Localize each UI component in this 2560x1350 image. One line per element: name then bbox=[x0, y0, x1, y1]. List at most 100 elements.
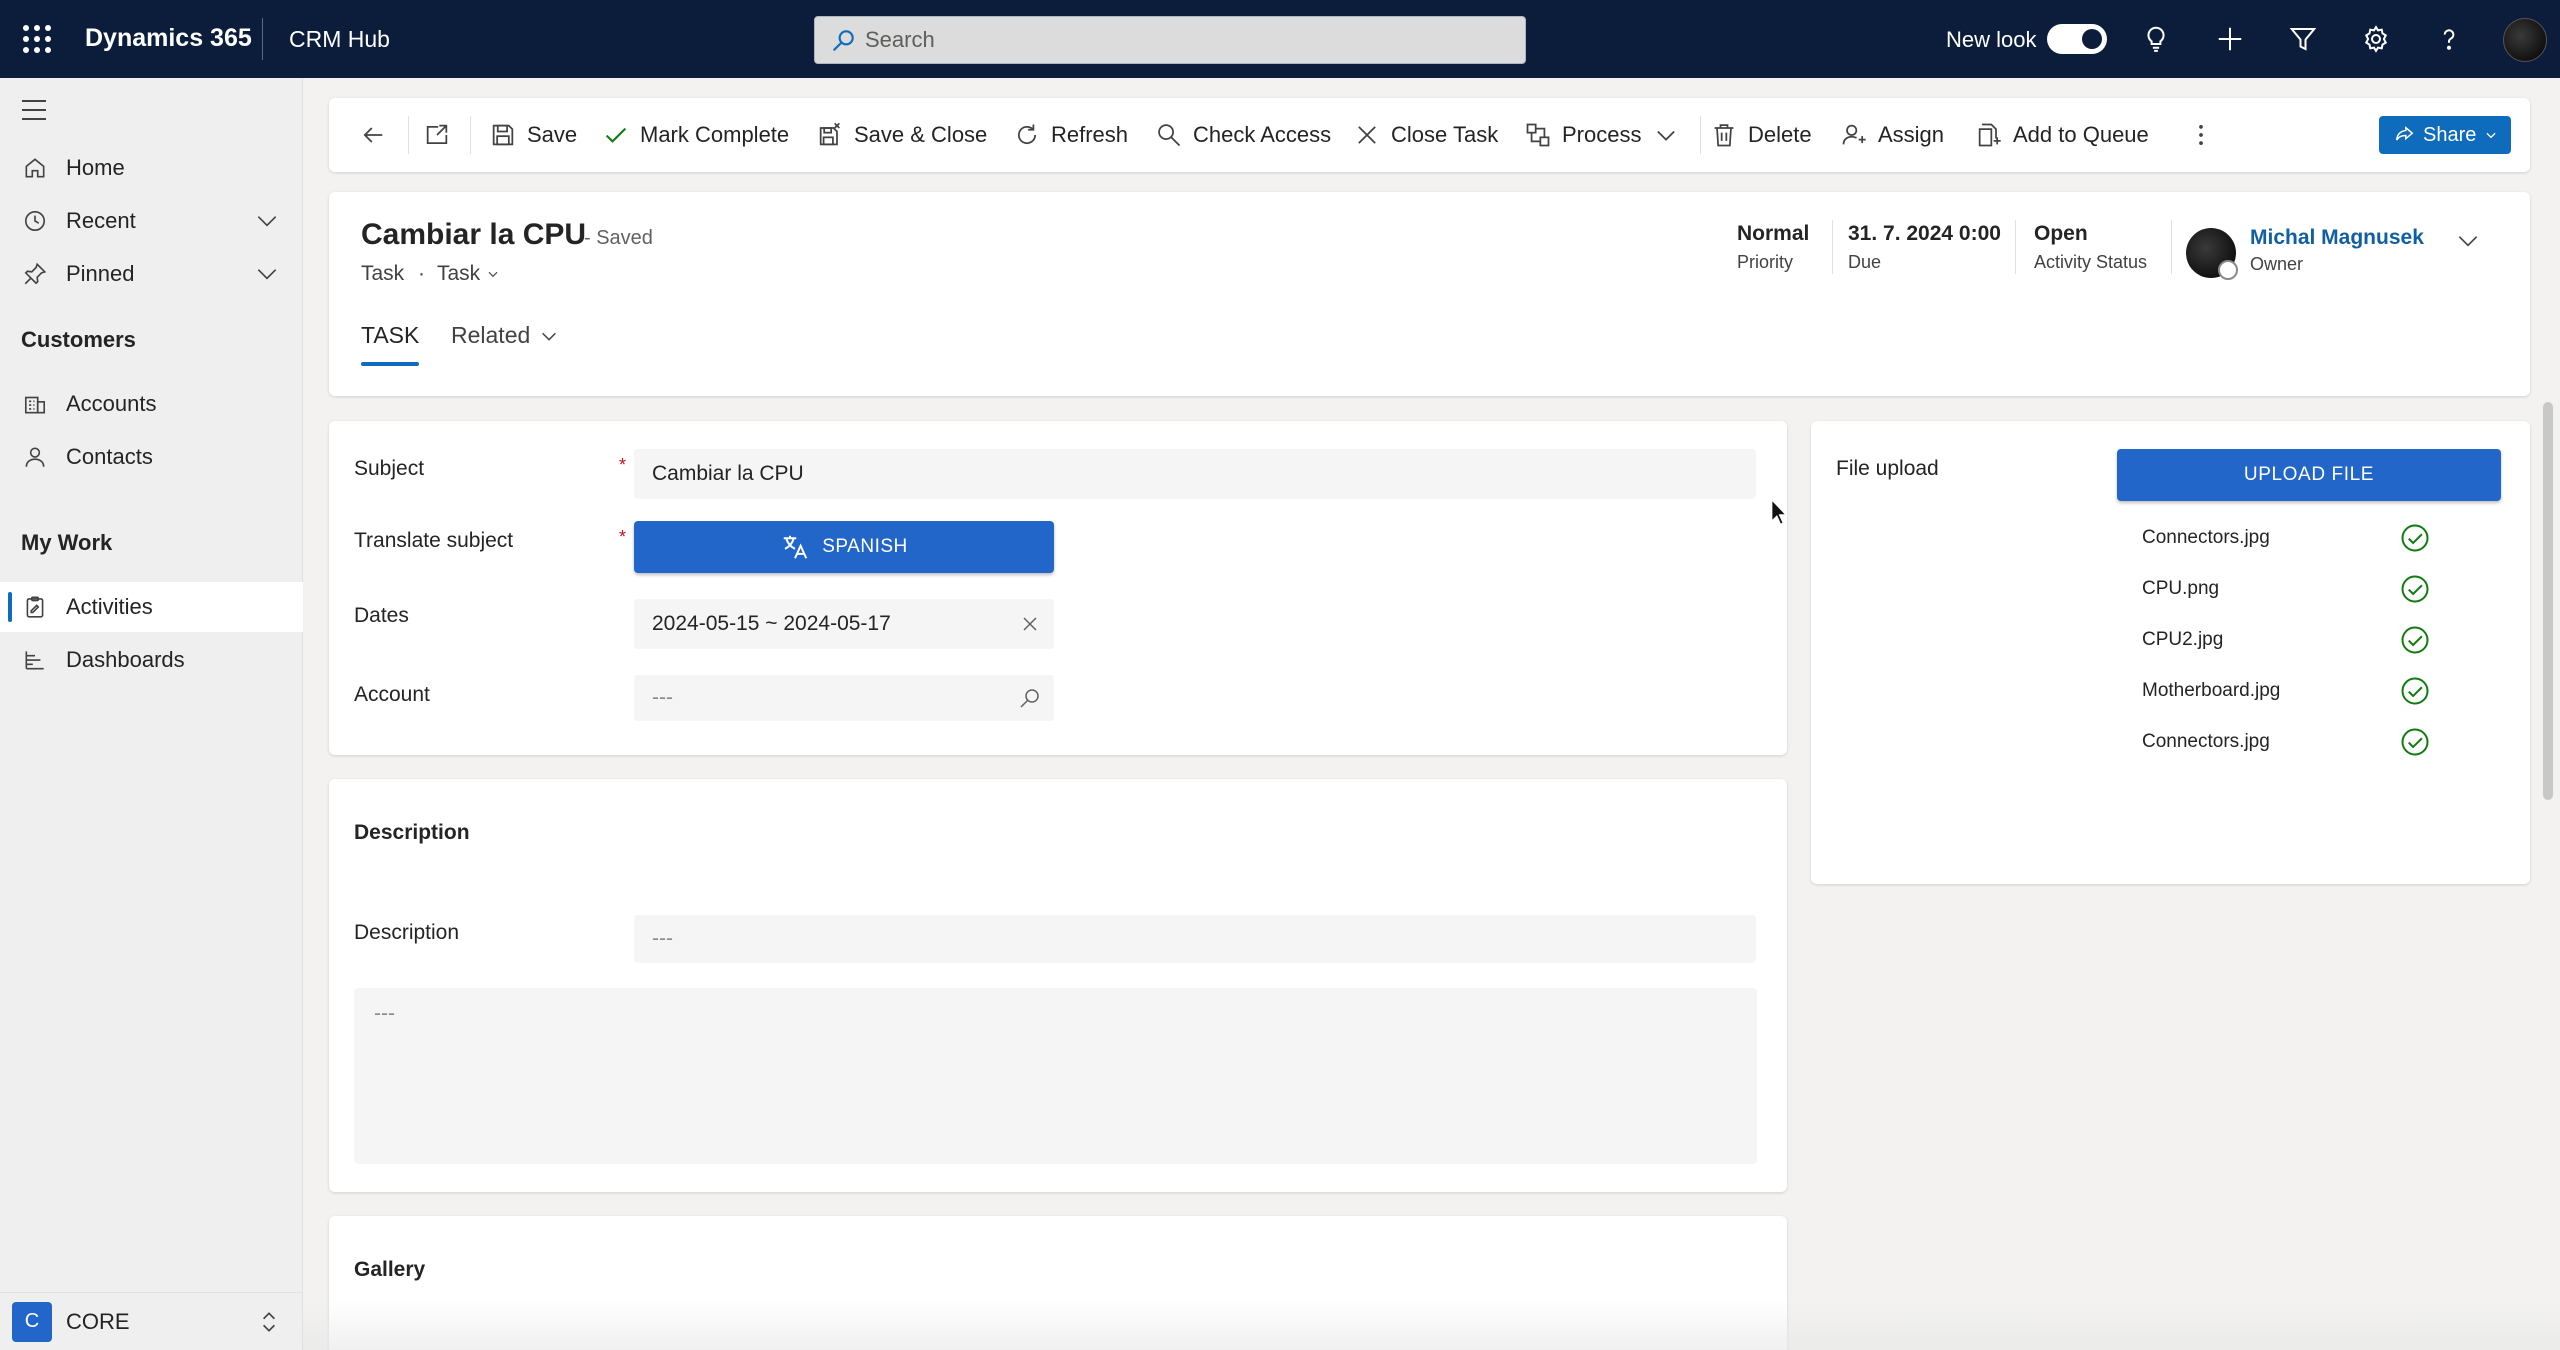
command-divider bbox=[408, 116, 409, 154]
mark-complete-button[interactable]: Mark Complete bbox=[602, 98, 789, 172]
description-textarea[interactable]: --- bbox=[354, 988, 1757, 1164]
brand-name[interactable]: Dynamics 365 bbox=[85, 24, 252, 53]
header-field-priority[interactable]: Normal Priority bbox=[1737, 222, 1809, 273]
check-circle-icon bbox=[2401, 677, 2429, 705]
app-launcher-icon[interactable] bbox=[20, 22, 52, 54]
delete-label: Delete bbox=[1748, 122, 1812, 147]
help-icon[interactable] bbox=[2432, 22, 2466, 56]
chevron-up-down-icon[interactable] bbox=[256, 1309, 282, 1335]
check-circle-icon bbox=[2401, 728, 2429, 756]
save-status: - Saved bbox=[584, 227, 653, 249]
owner-avatar[interactable] bbox=[2186, 228, 2238, 280]
hamburger-menu-icon[interactable] bbox=[22, 100, 46, 120]
save-close-button[interactable]: Save & Close bbox=[816, 98, 987, 172]
translate-button-label: SPANISH bbox=[822, 536, 908, 557]
header-field-activity-status[interactable]: Open Activity Status bbox=[2034, 222, 2147, 273]
dates-label: Dates bbox=[354, 604, 409, 627]
upload-file-button[interactable]: UPLOAD FILE bbox=[2117, 449, 2501, 501]
settings-gear-icon[interactable] bbox=[2359, 22, 2393, 56]
form-selector[interactable]: Task bbox=[437, 262, 500, 286]
nav-item-activities[interactable]: Activities bbox=[0, 582, 303, 632]
nav-item-accounts[interactable]: Accounts bbox=[0, 379, 303, 429]
nav-item-pinned[interactable]: Pinned bbox=[0, 249, 303, 299]
owner-label: Owner bbox=[2250, 254, 2304, 274]
close-icon bbox=[1358, 126, 1376, 144]
save-button[interactable]: Save bbox=[489, 98, 577, 172]
nav-label-activities: Activities bbox=[66, 594, 153, 619]
translate-spanish-button[interactable]: SPANISH bbox=[634, 521, 1054, 573]
priority-label: Priority bbox=[1737, 252, 1794, 272]
date-range-input[interactable]: 2024-05-15 ~ 2024-05-17 bbox=[634, 599, 1054, 649]
dashboard-icon bbox=[25, 651, 44, 670]
header-divider bbox=[1832, 220, 1833, 274]
uploaded-file-item[interactable]: Motherboard.jpg bbox=[2142, 676, 2429, 706]
share-button[interactable]: Share bbox=[2379, 116, 2511, 154]
description-label: Description bbox=[354, 921, 460, 944]
save-disk-icon bbox=[492, 124, 514, 146]
file-name: Connectors.jpg bbox=[2142, 527, 2270, 548]
due-value: 31. 7. 2024 0:00 bbox=[1848, 222, 2001, 245]
open-new-window-button[interactable] bbox=[423, 98, 461, 172]
lightbulb-icon[interactable] bbox=[2139, 22, 2173, 56]
nav-item-contacts[interactable]: Contacts bbox=[0, 432, 303, 482]
user-avatar[interactable] bbox=[2503, 18, 2547, 62]
uploaded-file-item[interactable]: CPU2.jpg bbox=[2142, 625, 2429, 655]
file-name: Motherboard.jpg bbox=[2142, 680, 2281, 701]
close-task-button[interactable]: Close Task bbox=[1353, 98, 1498, 172]
process-dropdown-button[interactable] bbox=[1652, 98, 1690, 172]
description-input[interactable]: --- bbox=[634, 915, 1756, 963]
account-lookup-input[interactable]: --- bbox=[634, 675, 1054, 721]
clear-icon[interactable] bbox=[1018, 612, 1042, 636]
new-look-toggle[interactable] bbox=[2047, 24, 2107, 54]
nav-item-recent[interactable]: Recent bbox=[0, 196, 303, 246]
plus-icon[interactable] bbox=[2213, 22, 2247, 56]
nav-label-home: Home bbox=[66, 155, 125, 180]
checkmark-icon bbox=[605, 127, 627, 143]
nav-label-accounts: Accounts bbox=[66, 391, 157, 416]
process-button[interactable]: Process bbox=[1524, 98, 1641, 172]
assign-button[interactable]: Assign bbox=[1840, 98, 1944, 172]
subject-input[interactable]: Cambiar la CPU bbox=[634, 449, 1756, 499]
header-field-due[interactable]: 31. 7. 2024 0:00 Due bbox=[1848, 222, 2001, 273]
uploaded-file-item[interactable]: Connectors.jpg bbox=[2142, 523, 2429, 553]
delete-button[interactable]: Delete bbox=[1710, 98, 1812, 172]
uploaded-file-item[interactable]: Connectors.jpg bbox=[2142, 727, 2429, 757]
top-bar: Dynamics 365 CRM Hub Search New look bbox=[0, 0, 2560, 78]
record-header: Cambiar la CPU - Saved Task · Task Norma… bbox=[329, 192, 2530, 396]
chevron-down-icon[interactable] bbox=[254, 208, 280, 234]
add-to-queue-button[interactable]: Add to Queue bbox=[1975, 98, 2149, 172]
entity-separator: · bbox=[418, 262, 426, 285]
share-icon bbox=[2395, 126, 2414, 141]
chevron-down-icon bbox=[2486, 132, 2496, 139]
chevron-down-icon[interactable] bbox=[254, 261, 280, 287]
refresh-button[interactable]: Refresh bbox=[1013, 98, 1128, 172]
nav-label-contacts: Contacts bbox=[66, 444, 153, 469]
dates-value: 2024-05-15 ~ 2024-05-17 bbox=[652, 612, 891, 635]
uploaded-file-item[interactable]: CPU.png bbox=[2142, 574, 2429, 604]
search-icon[interactable] bbox=[1018, 686, 1042, 710]
nav-item-dashboards[interactable]: Dashboards bbox=[0, 635, 303, 685]
subject-label: Subject bbox=[354, 457, 425, 480]
search-input[interactable]: Search bbox=[814, 16, 1526, 64]
textarea-placeholder: --- bbox=[374, 1002, 395, 1025]
search-placeholder: Search bbox=[865, 27, 935, 52]
area-switcher[interactable]: C CORE bbox=[0, 1292, 303, 1350]
search-icon bbox=[833, 30, 854, 51]
tab-task[interactable]: TASK bbox=[361, 322, 420, 366]
general-section: Subject * Cambiar la CPU Translate subje… bbox=[329, 421, 1787, 755]
subject-value: Cambiar la CPU bbox=[652, 462, 804, 485]
check-access-label: Check Access bbox=[1193, 122, 1332, 147]
check-access-button[interactable]: Check Access bbox=[1155, 98, 1331, 172]
more-commands-button[interactable] bbox=[2187, 98, 2225, 172]
filter-icon[interactable] bbox=[2286, 22, 2320, 56]
back-button[interactable] bbox=[359, 98, 397, 172]
nav-item-home[interactable]: Home bbox=[0, 143, 303, 193]
home-icon bbox=[25, 158, 45, 178]
app-name[interactable]: CRM Hub bbox=[289, 26, 390, 53]
tab-related[interactable]: Related bbox=[451, 322, 560, 349]
person-icon bbox=[25, 447, 45, 467]
page-scrollbar[interactable] bbox=[2543, 402, 2553, 800]
nav-group-my-work: My Work bbox=[21, 530, 113, 555]
owner-name-link[interactable]: Michal Magnusek bbox=[2250, 226, 2424, 250]
expand-header-chevron-icon[interactable] bbox=[2455, 228, 2481, 254]
